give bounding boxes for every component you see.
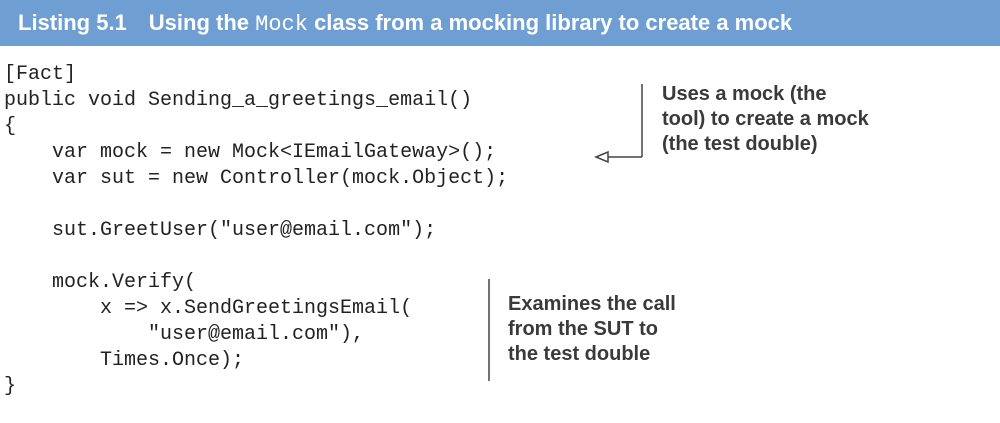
code-line: [Fact] <box>4 63 77 86</box>
code-line: { <box>4 115 17 138</box>
code-line: var mock = new Mock<IEmailGateway>(); <box>4 141 497 164</box>
code-line: Times.Once); <box>4 349 245 372</box>
listing-title: Using the Mock class from a mocking libr… <box>149 10 792 37</box>
listing-title-code: Mock <box>255 11 308 37</box>
code-block: [Fact] public void Sending_a_greetings_em… <box>4 62 508 400</box>
annotation-examines-call: Examines the call from the SUT to the te… <box>508 293 676 365</box>
code-line: mock.Verify( <box>4 271 197 294</box>
code-line: var sut = new Controller(mock.Object); <box>4 167 509 190</box>
listing-title-after: class from a mocking library to create a… <box>307 9 793 35</box>
code-line: } <box>4 375 17 398</box>
arrowhead-left-icon <box>594 150 609 164</box>
listing-number: Listing 5.1 <box>18 10 127 35</box>
code-line: "user@email.com"), <box>4 323 365 346</box>
listing-title-before: Using the <box>148 9 256 35</box>
code-line: x => x.SendGreetingsEmail( <box>4 297 413 320</box>
code-line: sut.GreetUser("user@email.com"); <box>4 219 437 242</box>
code-line: public void Sending_a_greetings_email() <box>4 89 473 112</box>
listing-header: Listing 5.1 Using the Mock class from a … <box>0 0 1000 46</box>
annotation-mock-tool: Uses a mock (the tool) to create a mock … <box>662 83 869 155</box>
